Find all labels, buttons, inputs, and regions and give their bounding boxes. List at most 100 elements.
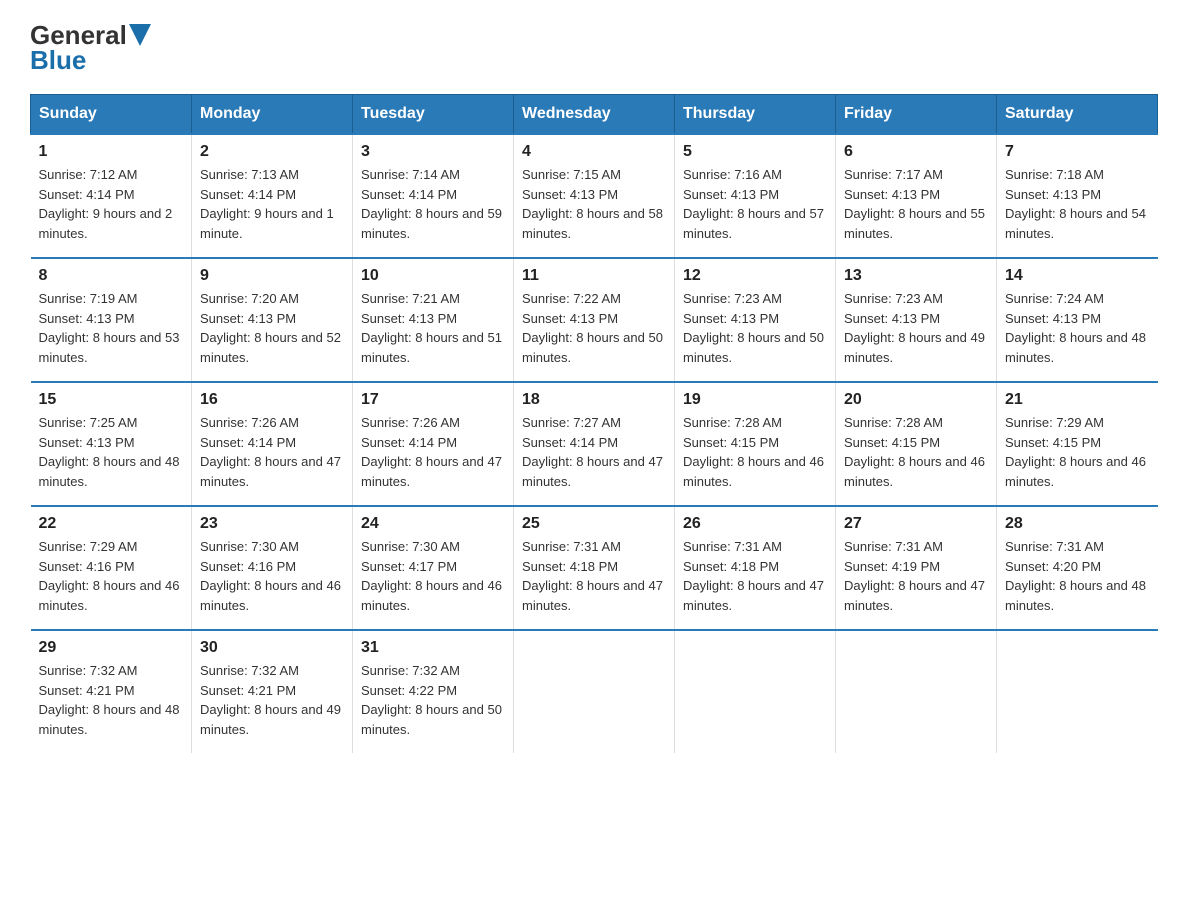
- cell-3-1: 23 Sunrise: 7:30 AMSunset: 4:16 PMDaylig…: [192, 506, 353, 630]
- day-number: 2: [200, 143, 344, 161]
- day-info: Sunrise: 7:31 AMSunset: 4:18 PMDaylight:…: [522, 539, 663, 613]
- cell-1-6: 14 Sunrise: 7:24 AMSunset: 4:13 PMDaylig…: [997, 258, 1158, 382]
- day-number: 6: [844, 143, 988, 161]
- day-number: 14: [1005, 267, 1150, 285]
- cell-3-6: 28 Sunrise: 7:31 AMSunset: 4:20 PMDaylig…: [997, 506, 1158, 630]
- day-info: Sunrise: 7:15 AMSunset: 4:13 PMDaylight:…: [522, 167, 663, 241]
- day-info: Sunrise: 7:22 AMSunset: 4:13 PMDaylight:…: [522, 291, 663, 365]
- day-number: 21: [1005, 391, 1150, 409]
- cell-0-6: 7 Sunrise: 7:18 AMSunset: 4:13 PMDayligh…: [997, 134, 1158, 258]
- day-info: Sunrise: 7:29 AMSunset: 4:16 PMDaylight:…: [39, 539, 180, 613]
- header-wednesday: Wednesday: [514, 95, 675, 135]
- cell-1-0: 8 Sunrise: 7:19 AMSunset: 4:13 PMDayligh…: [31, 258, 192, 382]
- week-row-5: 29 Sunrise: 7:32 AMSunset: 4:21 PMDaylig…: [31, 630, 1158, 753]
- day-number: 11: [522, 267, 666, 285]
- day-number: 26: [683, 515, 827, 533]
- day-number: 19: [683, 391, 827, 409]
- cell-4-1: 30 Sunrise: 7:32 AMSunset: 4:21 PMDaylig…: [192, 630, 353, 753]
- week-row-3: 15 Sunrise: 7:25 AMSunset: 4:13 PMDaylig…: [31, 382, 1158, 506]
- header-tuesday: Tuesday: [353, 95, 514, 135]
- cell-1-1: 9 Sunrise: 7:20 AMSunset: 4:13 PMDayligh…: [192, 258, 353, 382]
- week-row-1: 1 Sunrise: 7:12 AMSunset: 4:14 PMDayligh…: [31, 134, 1158, 258]
- header-thursday: Thursday: [675, 95, 836, 135]
- cell-4-0: 29 Sunrise: 7:32 AMSunset: 4:21 PMDaylig…: [31, 630, 192, 753]
- day-number: 29: [39, 639, 184, 657]
- day-info: Sunrise: 7:12 AMSunset: 4:14 PMDaylight:…: [39, 167, 173, 241]
- day-number: 15: [39, 391, 184, 409]
- cell-4-3: [514, 630, 675, 753]
- day-number: 9: [200, 267, 344, 285]
- cell-1-4: 12 Sunrise: 7:23 AMSunset: 4:13 PMDaylig…: [675, 258, 836, 382]
- day-number: 18: [522, 391, 666, 409]
- day-info: Sunrise: 7:31 AMSunset: 4:18 PMDaylight:…: [683, 539, 824, 613]
- logo: General Blue: [30, 20, 151, 76]
- logo-blue: Blue: [30, 45, 86, 76]
- cell-2-2: 17 Sunrise: 7:26 AMSunset: 4:14 PMDaylig…: [353, 382, 514, 506]
- day-number: 24: [361, 515, 505, 533]
- header-friday: Friday: [836, 95, 997, 135]
- day-info: Sunrise: 7:19 AMSunset: 4:13 PMDaylight:…: [39, 291, 180, 365]
- day-number: 22: [39, 515, 184, 533]
- day-info: Sunrise: 7:16 AMSunset: 4:13 PMDaylight:…: [683, 167, 824, 241]
- day-info: Sunrise: 7:29 AMSunset: 4:15 PMDaylight:…: [1005, 415, 1146, 489]
- day-info: Sunrise: 7:21 AMSunset: 4:13 PMDaylight:…: [361, 291, 502, 365]
- cell-3-2: 24 Sunrise: 7:30 AMSunset: 4:17 PMDaylig…: [353, 506, 514, 630]
- day-number: 10: [361, 267, 505, 285]
- cell-2-5: 20 Sunrise: 7:28 AMSunset: 4:15 PMDaylig…: [836, 382, 997, 506]
- day-number: 25: [522, 515, 666, 533]
- cell-0-4: 5 Sunrise: 7:16 AMSunset: 4:13 PMDayligh…: [675, 134, 836, 258]
- cell-1-2: 10 Sunrise: 7:21 AMSunset: 4:13 PMDaylig…: [353, 258, 514, 382]
- header-saturday: Saturday: [997, 95, 1158, 135]
- day-info: Sunrise: 7:30 AMSunset: 4:16 PMDaylight:…: [200, 539, 341, 613]
- day-info: Sunrise: 7:31 AMSunset: 4:19 PMDaylight:…: [844, 539, 985, 613]
- cell-0-1: 2 Sunrise: 7:13 AMSunset: 4:14 PMDayligh…: [192, 134, 353, 258]
- day-info: Sunrise: 7:32 AMSunset: 4:21 PMDaylight:…: [39, 663, 180, 737]
- day-number: 1: [39, 143, 184, 161]
- day-info: Sunrise: 7:25 AMSunset: 4:13 PMDaylight:…: [39, 415, 180, 489]
- cell-1-3: 11 Sunrise: 7:22 AMSunset: 4:13 PMDaylig…: [514, 258, 675, 382]
- header-monday: Monday: [192, 95, 353, 135]
- page-header: General Blue: [30, 20, 1158, 76]
- day-info: Sunrise: 7:27 AMSunset: 4:14 PMDaylight:…: [522, 415, 663, 489]
- week-row-4: 22 Sunrise: 7:29 AMSunset: 4:16 PMDaylig…: [31, 506, 1158, 630]
- day-info: Sunrise: 7:23 AMSunset: 4:13 PMDaylight:…: [844, 291, 985, 365]
- cell-0-2: 3 Sunrise: 7:14 AMSunset: 4:14 PMDayligh…: [353, 134, 514, 258]
- cell-4-6: [997, 630, 1158, 753]
- day-info: Sunrise: 7:20 AMSunset: 4:13 PMDaylight:…: [200, 291, 341, 365]
- day-number: 4: [522, 143, 666, 161]
- header-sunday: Sunday: [31, 95, 192, 135]
- day-number: 20: [844, 391, 988, 409]
- cell-2-6: 21 Sunrise: 7:29 AMSunset: 4:15 PMDaylig…: [997, 382, 1158, 506]
- day-info: Sunrise: 7:17 AMSunset: 4:13 PMDaylight:…: [844, 167, 985, 241]
- day-number: 23: [200, 515, 344, 533]
- cell-2-4: 19 Sunrise: 7:28 AMSunset: 4:15 PMDaylig…: [675, 382, 836, 506]
- day-number: 28: [1005, 515, 1150, 533]
- cell-2-0: 15 Sunrise: 7:25 AMSunset: 4:13 PMDaylig…: [31, 382, 192, 506]
- day-info: Sunrise: 7:14 AMSunset: 4:14 PMDaylight:…: [361, 167, 502, 241]
- day-number: 31: [361, 639, 505, 657]
- day-info: Sunrise: 7:28 AMSunset: 4:15 PMDaylight:…: [844, 415, 985, 489]
- cell-4-2: 31 Sunrise: 7:32 AMSunset: 4:22 PMDaylig…: [353, 630, 514, 753]
- cell-1-5: 13 Sunrise: 7:23 AMSunset: 4:13 PMDaylig…: [836, 258, 997, 382]
- cell-3-3: 25 Sunrise: 7:31 AMSunset: 4:18 PMDaylig…: [514, 506, 675, 630]
- cell-0-3: 4 Sunrise: 7:15 AMSunset: 4:13 PMDayligh…: [514, 134, 675, 258]
- logo-triangle: [129, 24, 151, 46]
- day-info: Sunrise: 7:24 AMSunset: 4:13 PMDaylight:…: [1005, 291, 1146, 365]
- header-row: Sunday Monday Tuesday Wednesday Thursday…: [31, 95, 1158, 135]
- day-info: Sunrise: 7:13 AMSunset: 4:14 PMDaylight:…: [200, 167, 334, 241]
- cell-0-5: 6 Sunrise: 7:17 AMSunset: 4:13 PMDayligh…: [836, 134, 997, 258]
- cell-0-0: 1 Sunrise: 7:12 AMSunset: 4:14 PMDayligh…: [31, 134, 192, 258]
- day-number: 5: [683, 143, 827, 161]
- day-info: Sunrise: 7:18 AMSunset: 4:13 PMDaylight:…: [1005, 167, 1146, 241]
- cell-3-5: 27 Sunrise: 7:31 AMSunset: 4:19 PMDaylig…: [836, 506, 997, 630]
- cell-2-3: 18 Sunrise: 7:27 AMSunset: 4:14 PMDaylig…: [514, 382, 675, 506]
- day-info: Sunrise: 7:26 AMSunset: 4:14 PMDaylight:…: [361, 415, 502, 489]
- calendar-table: Sunday Monday Tuesday Wednesday Thursday…: [30, 94, 1158, 753]
- day-number: 30: [200, 639, 344, 657]
- cell-4-5: [836, 630, 997, 753]
- day-number: 12: [683, 267, 827, 285]
- day-info: Sunrise: 7:28 AMSunset: 4:15 PMDaylight:…: [683, 415, 824, 489]
- day-info: Sunrise: 7:31 AMSunset: 4:20 PMDaylight:…: [1005, 539, 1146, 613]
- day-number: 8: [39, 267, 184, 285]
- day-number: 27: [844, 515, 988, 533]
